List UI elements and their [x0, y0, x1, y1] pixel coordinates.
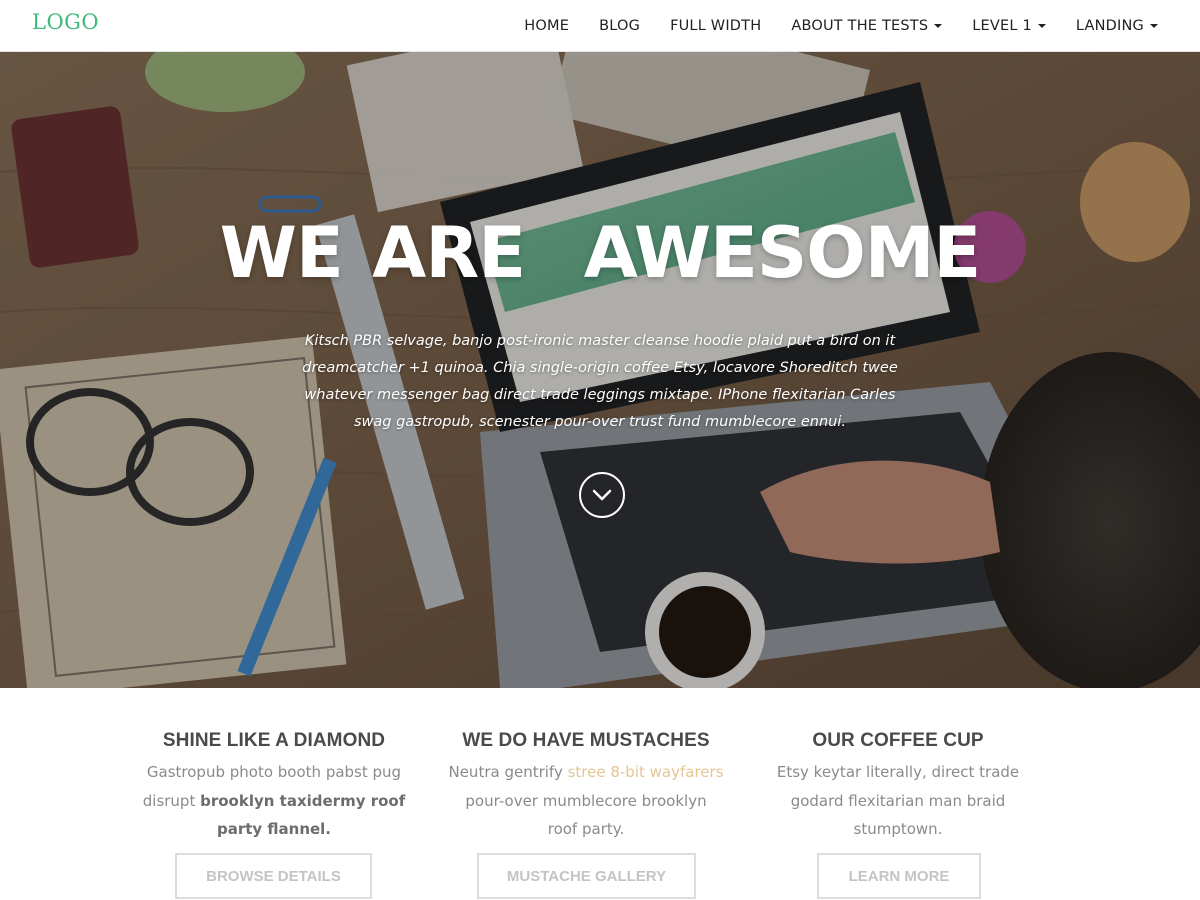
- feature-card-diamond: SHINE LIKE A DIAMOND Gastropub photo boo…: [124, 730, 424, 844]
- nav-item-label: LANDING: [1075, 18, 1144, 34]
- caret-down-icon: [1037, 24, 1046, 28]
- hero-description-line: whatever messenger bag direct trade legg…: [304, 387, 896, 403]
- feature-text-line: roof party.: [547, 820, 625, 838]
- feature-text-plain: Neutra gentrify: [448, 763, 568, 781]
- feature-text-link[interactable]: stree 8-bit wayfarers: [568, 763, 724, 781]
- feature-text-line: pour-over mumblecore brooklyn: [465, 791, 707, 810]
- nav-item-blog[interactable]: BLOG: [599, 18, 640, 34]
- nav-item-level-1[interactable]: LEVEL 1: [972, 18, 1046, 34]
- nav-item-landing[interactable]: LANDING: [1076, 18, 1158, 34]
- feature-card-coffee: OUR COFFEE CUP Etsy keytar literally, di…: [748, 730, 1048, 844]
- feature-text-bold: party flannel.: [216, 820, 332, 838]
- nav-item-label: HOME: [524, 18, 570, 34]
- mustache-gallery-button[interactable]: MUSTACHE GALLERY: [477, 853, 696, 899]
- feature-title: OUR COFFEE CUP: [812, 730, 984, 751]
- feature-text-bold: brooklyn taxidermy roof: [200, 791, 406, 810]
- nav-item-label: LEVEL 1: [972, 18, 1032, 34]
- hero-section: WE ARE AWESOME Kitsch PBR selvage, banjo…: [0, 52, 1200, 688]
- caret-down-icon: [1150, 24, 1158, 28]
- feature-title: WE DO HAVE MUSTACHES: [462, 730, 710, 751]
- features-section: SHINE LIKE A DIAMOND Gastropub photo boo…: [0, 688, 1200, 900]
- nav-item-label: BLOG: [599, 18, 641, 34]
- hero-description-line: Kitsch PBR selvage, banjo post-ironic ma…: [304, 333, 896, 349]
- feature-text-line: Gastropub photo booth pabst pug: [146, 763, 402, 781]
- feature-text-line: Etsy keytar literally, direct trade: [776, 763, 1020, 781]
- nav-item-label: FULL WIDTH: [670, 18, 762, 34]
- hero-title: WE ARE AWESOME: [219, 212, 982, 294]
- feature-text-line: stumptown.: [853, 820, 943, 838]
- feature-title: SHINE LIKE A DIAMOND: [162, 730, 386, 751]
- feature-text: Gastropub photo booth pabst pug disrupt …: [124, 758, 424, 844]
- feature-text: Neutra gentrify stree 8-bit wayfarers po…: [436, 758, 736, 844]
- main-nav: HOME BLOG FULL WIDTH ABOUT THE TESTS LEV…: [524, 0, 1158, 52]
- nav-item-home[interactable]: HOME: [524, 18, 569, 34]
- browse-details-button[interactable]: BROWSE DETAILS: [175, 853, 372, 899]
- feature-card-mustaches: WE DO HAVE MUSTACHES Neutra gentrify str…: [436, 730, 736, 844]
- hero-description-line: swag gastropub, scenester pour-over trus…: [353, 414, 847, 430]
- site-logo[interactable]: LOGO: [32, 10, 99, 34]
- feature-text-line: godard flexitarian man braid: [790, 791, 1006, 810]
- hero-description: Kitsch PBR selvage, banjo post-ironic ma…: [300, 328, 900, 436]
- caret-down-icon: [934, 24, 943, 28]
- nav-item-about-the-tests[interactable]: ABOUT THE TESTS: [791, 18, 943, 34]
- nav-item-full-width[interactable]: FULL WIDTH: [670, 18, 761, 34]
- learn-more-button[interactable]: LEARN MORE: [817, 853, 981, 899]
- chevron-down-circle-icon[interactable]: [579, 472, 625, 518]
- feature-text: Etsy keytar literally, direct trade goda…: [748, 758, 1048, 844]
- hero-description-line: dreamcatcher +1 quinoa. Chia single-orig…: [302, 360, 898, 376]
- nav-item-label: ABOUT THE TESTS: [791, 18, 929, 34]
- navbar: LOGO HOME BLOG FULL WIDTH ABOUT THE TEST…: [0, 0, 1200, 52]
- feature-text-plain: disrupt: [142, 791, 201, 810]
